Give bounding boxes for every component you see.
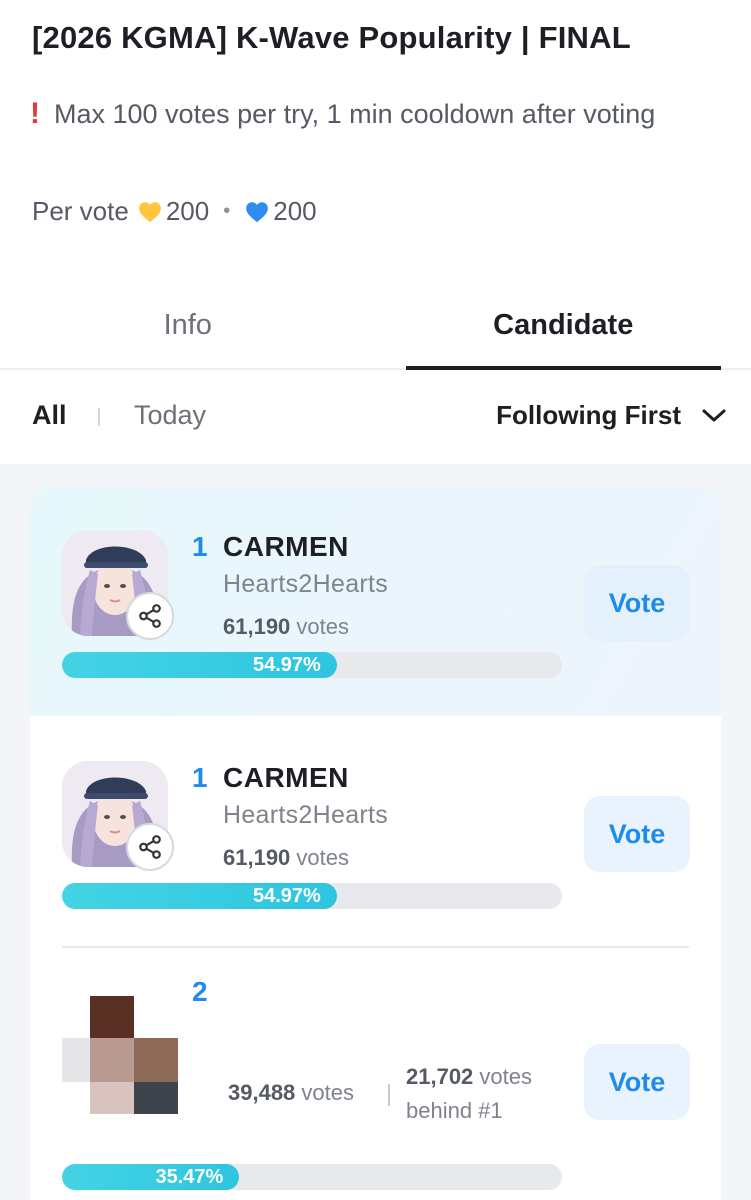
vote-count: 61,190 votes: [223, 845, 349, 871]
filter-all[interactable]: All: [32, 400, 67, 431]
vote-progress-fill: 54.97%: [62, 652, 337, 678]
vote-percent: 54.97%: [253, 884, 321, 907]
vote-progress-bar: 35.47%: [62, 1164, 562, 1190]
filter-bar: All Today Following First: [0, 372, 751, 464]
behind-votes-unit: votes: [479, 1064, 533, 1089]
vote-button[interactable]: Vote: [584, 1044, 690, 1120]
candidate-group: Hearts2Hearts: [223, 570, 389, 598]
candidate-card: 2 39,488 votes 21,702 votes behind #1 Vo…: [30, 948, 721, 1200]
vote-count-unit: votes: [296, 845, 350, 870]
vote-count-unit: votes: [301, 1080, 355, 1105]
stat-divider: [388, 1084, 390, 1106]
avatar[interactable]: [62, 996, 178, 1114]
behind-first-stat: 21,702 votes behind #1: [406, 1060, 532, 1128]
tab-info[interactable]: Info: [0, 290, 376, 368]
candidate-list: 1 CARMEN Hearts2Hearts 61,190 votes Vote…: [30, 488, 721, 1200]
notice-text: Max 100 votes per try, 1 min cooldown af…: [54, 99, 656, 129]
share-button[interactable]: [126, 823, 174, 871]
candidate-group: Hearts2Hearts: [223, 801, 389, 829]
share-icon: [139, 835, 161, 859]
vote-count-value: 39,488: [228, 1080, 296, 1105]
rank-number: 1: [192, 531, 208, 562]
tab-candidate[interactable]: Candidate: [376, 290, 751, 370]
vote-progress-bar: 54.97%: [62, 883, 562, 909]
avatar[interactable]: [62, 530, 174, 640]
per-vote-label: Per vote: [32, 196, 129, 226]
exclamation-icon: !: [30, 97, 40, 130]
behind-text: behind #1: [406, 1098, 503, 1123]
blue-amount: 200: [273, 196, 317, 226]
vote-percent: 54.97%: [253, 653, 321, 676]
gold-amount: 200: [165, 196, 210, 226]
blurred-avatar-image: [62, 996, 178, 1116]
rank-number: 1: [192, 762, 208, 793]
vote-count-unit: votes: [296, 614, 350, 639]
chevron-down-icon: [702, 409, 726, 421]
tab-bar: Info Candidate: [0, 290, 751, 370]
filter-today[interactable]: Today: [134, 400, 206, 431]
avatar[interactable]: [62, 761, 174, 871]
vote-notice: ! Max 100 votes per try, 1 min cooldown …: [30, 92, 710, 136]
vote-progress-fill: 54.97%: [62, 883, 337, 909]
candidate-name: CARMEN: [223, 762, 349, 793]
vote-count: 39,488 votes: [228, 1080, 354, 1106]
vote-button[interactable]: Vote: [584, 796, 690, 872]
candidate-name: CARMEN: [223, 531, 349, 562]
page-title: [2026 KGMA] K-Wave Popularity | FINAL: [32, 20, 631, 55]
per-vote-cost: Per vote 200 • 200: [32, 196, 317, 227]
filter-divider: [98, 408, 100, 426]
sort-label: Following First: [496, 400, 681, 430]
behind-votes-value: 21,702: [406, 1064, 474, 1089]
vote-count: 61,190 votes: [223, 614, 349, 640]
sort-dropdown[interactable]: Following First: [496, 400, 727, 431]
gold-heart-icon: [138, 201, 161, 222]
vote-count-value: 61,190: [223, 614, 291, 639]
share-button[interactable]: [126, 592, 174, 640]
rank-number: 2: [192, 976, 208, 1007]
vote-percent: 35.47%: [155, 1165, 224, 1188]
candidate-card: 1 CARMEN Hearts2Hearts 61,190 votes Vote…: [30, 488, 721, 716]
vote-progress-fill: 35.47%: [62, 1164, 240, 1190]
vote-button[interactable]: Vote: [584, 565, 690, 641]
share-icon: [139, 604, 161, 628]
blue-heart-icon: [246, 201, 269, 222]
vote-progress-bar: 54.97%: [62, 652, 562, 678]
vote-count-value: 61,190: [223, 845, 291, 870]
candidate-card: 1 CARMEN Hearts2Hearts 61,190 votes Vote…: [30, 716, 721, 948]
separator-dot: •: [223, 200, 231, 222]
